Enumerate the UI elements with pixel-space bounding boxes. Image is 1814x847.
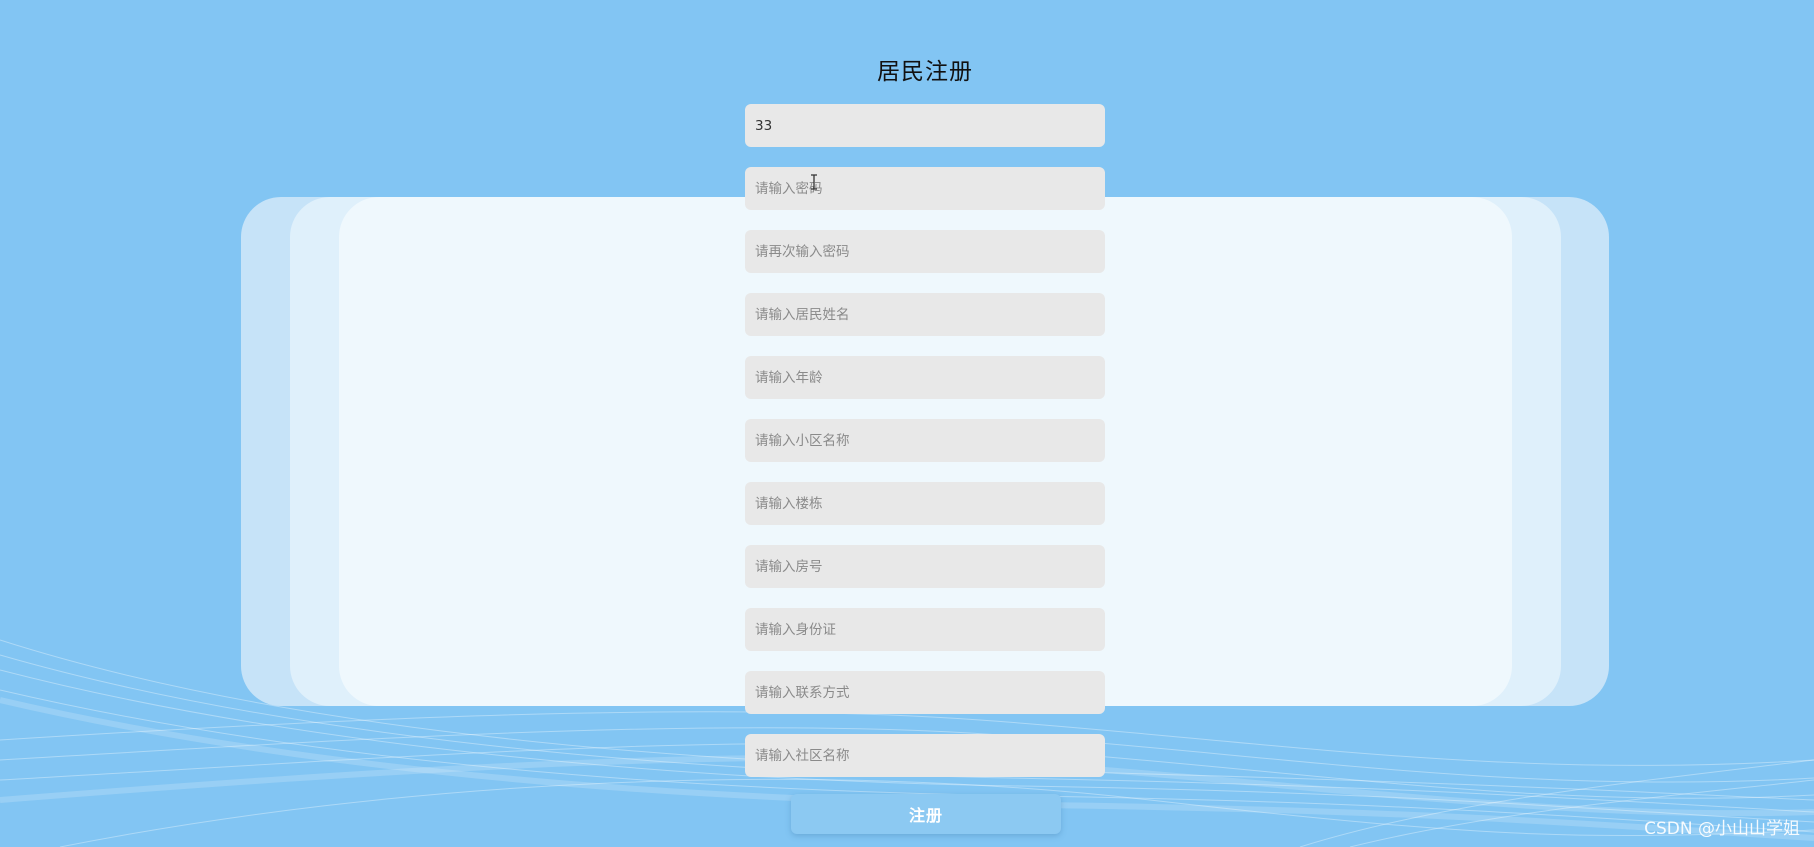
page-title: 居民注册 — [877, 59, 973, 85]
password-input[interactable] — [745, 167, 1105, 210]
room-number-input[interactable] — [745, 545, 1105, 588]
id-card-input[interactable] — [745, 608, 1105, 651]
register-button[interactable]: 注册 — [791, 794, 1061, 834]
register-form — [745, 104, 1105, 797]
watermark: CSDN @小山山学姐 — [1644, 819, 1800, 839]
community-name-input[interactable] — [745, 734, 1105, 777]
contact-input[interactable] — [745, 671, 1105, 714]
confirm-password-input[interactable] — [745, 230, 1105, 273]
building-input[interactable] — [745, 482, 1105, 525]
age-input[interactable] — [745, 356, 1105, 399]
text-cursor-icon — [811, 174, 817, 190]
resident-name-input[interactable] — [745, 293, 1105, 336]
neighborhood-name-input[interactable] — [745, 419, 1105, 462]
username-input[interactable] — [745, 104, 1105, 147]
